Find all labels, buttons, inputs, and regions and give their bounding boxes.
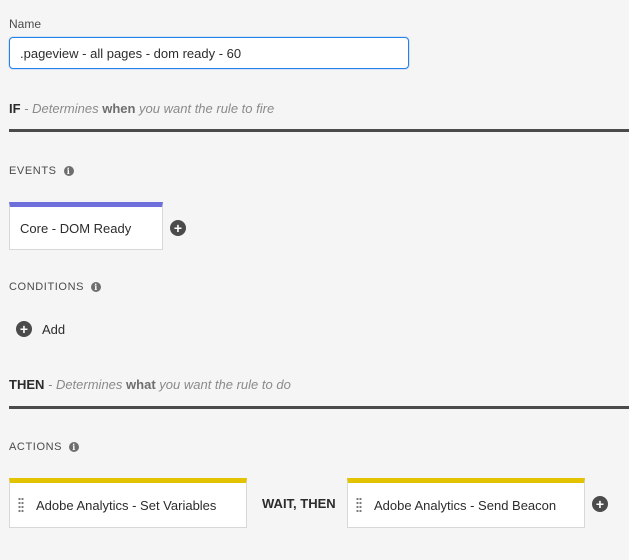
if-description-emphasis: when [102, 101, 136, 116]
event-card-core-dom-ready[interactable]: Core - DOM Ready [9, 202, 163, 250]
conditions-heading-label: CONDITIONS [9, 281, 85, 293]
actions-heading: ACTIONS i [9, 441, 80, 453]
add-condition-button[interactable]: + Add [16, 321, 65, 337]
action-card-label: Adobe Analytics - Send Beacon [374, 497, 557, 513]
event-card-label: Core - DOM Ready [20, 220, 132, 236]
action-card-label: Adobe Analytics - Set Variables [36, 497, 217, 513]
then-description-pre: - Determines [44, 377, 127, 392]
if-keyword: IF [9, 101, 21, 116]
if-section-heading: IF - Determines when you want the rule t… [9, 101, 274, 116]
conditions-info-icon[interactable]: i [91, 282, 102, 292]
add-condition-plus-circle-icon: + [16, 321, 32, 337]
action-card-set-variables[interactable]: Adobe Analytics - Set Variables [9, 478, 247, 528]
drag-handle-icon[interactable] [18, 497, 24, 513]
actions-heading-label: ACTIONS [9, 441, 63, 453]
if-description-post: you want the rule to fire [135, 101, 275, 116]
then-description-emphasis: what [126, 377, 156, 392]
action-card-send-beacon[interactable]: Adobe Analytics - Send Beacon [347, 478, 585, 528]
events-heading: EVENTS i [9, 165, 74, 177]
conditions-heading: CONDITIONS i [9, 281, 102, 293]
actions-info-icon[interactable]: i [69, 442, 80, 452]
add-action-plus-circle-icon[interactable]: + [592, 496, 608, 512]
events-heading-label: EVENTS [9, 165, 57, 177]
add-event-plus-circle-icon[interactable]: + [170, 220, 186, 236]
if-description-pre: - Determines [20, 101, 103, 116]
then-divider [9, 406, 629, 409]
events-info-icon[interactable]: i [63, 166, 74, 176]
drag-handle-icon[interactable] [356, 497, 362, 513]
actions-separator: WAIT, THEN [262, 496, 336, 511]
then-description-post: you want the rule to do [155, 377, 291, 392]
then-section-heading: THEN - Determines what you want the rule… [9, 377, 291, 392]
rule-name-input[interactable] [9, 37, 409, 69]
add-condition-label: Add [42, 321, 66, 337]
name-field-label: Name [9, 17, 42, 31]
if-divider [9, 129, 629, 132]
then-keyword: THEN [9, 377, 45, 392]
